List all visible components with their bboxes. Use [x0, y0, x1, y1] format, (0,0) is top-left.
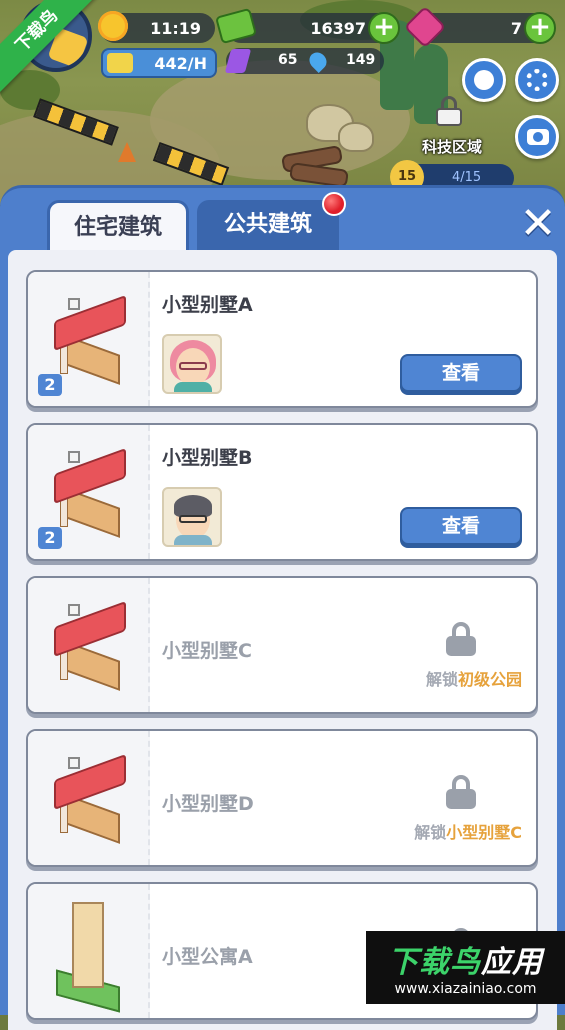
resource-display: 65 149 — [224, 48, 384, 74]
building-panel: 住宅建筑 公共建筑 ✕ 2 小型别墅A 查看 2 小型别墅B 查看 小型别墅C … — [0, 185, 565, 1030]
crystal-icon — [224, 49, 252, 73]
brand-title: 下载鸟应用 — [388, 945, 543, 980]
unlock-requirement: 解锁初级公园 — [426, 666, 522, 690]
camera-icon — [527, 129, 549, 145]
house-icon — [54, 753, 126, 844]
gear-icon — [526, 69, 548, 91]
resident-avatar — [162, 487, 222, 547]
house-icon — [54, 294, 126, 385]
unlock-prefix: 解锁 — [425, 670, 458, 689]
lock-icon — [446, 775, 476, 809]
time-display: 11:19 — [98, 11, 215, 43]
resident-avatar — [162, 334, 222, 394]
brand-watermark: 下载鸟应用 www.xiazainiao.com — [366, 931, 565, 1004]
income-value: 442/H — [154, 54, 207, 73]
settings-button[interactable] — [515, 58, 559, 102]
building-thumbnail: 2 — [28, 425, 150, 559]
crystal-value: 65 — [278, 52, 298, 68]
building-card: 2 小型别墅A 查看 — [26, 270, 538, 408]
sun-icon — [98, 11, 128, 41]
building-thumbnail — [28, 731, 150, 865]
add-gems-button[interactable]: + — [524, 12, 556, 44]
view-button[interactable]: 查看 — [400, 507, 522, 545]
notification-dot — [322, 192, 346, 216]
building-card: 2 小型别墅B 查看 — [26, 423, 538, 561]
building-count: 2 — [38, 527, 62, 549]
tab-public[interactable]: 公共建筑 — [197, 200, 339, 250]
water-drop-icon — [305, 48, 331, 74]
building-list[interactable]: 2 小型别墅A 查看 2 小型别墅B 查看 小型别墅C 解锁初级公园 小型别墅D… — [8, 250, 557, 1030]
building-name: 小型别墅A — [162, 294, 253, 316]
building-thumbnail: 2 — [28, 272, 150, 406]
building-name: 小型别墅C — [162, 640, 252, 662]
building-name: 小型别墅B — [162, 447, 253, 469]
unlock-prefix: 解锁 — [414, 823, 447, 842]
lock-icon — [446, 622, 476, 656]
level-progress-text: 4/15 — [452, 170, 482, 185]
unlock-target: 初级公园 — [457, 670, 522, 689]
building-thumbnail — [28, 578, 150, 712]
unlock-requirement: 解锁小型别墅C — [414, 819, 522, 843]
camera-button[interactable] — [515, 115, 559, 159]
water-value: 149 — [346, 52, 376, 68]
user-icon — [474, 70, 494, 90]
rock — [338, 122, 374, 152]
income-rate: 442/H — [101, 48, 217, 78]
add-cash-button[interactable]: + — [368, 12, 400, 44]
building-thumbnail — [28, 884, 150, 1018]
gem-value: 7 — [510, 18, 522, 38]
house-icon — [54, 447, 126, 538]
brand-url: www.xiazainiao.com — [394, 981, 537, 997]
close-button[interactable]: ✕ — [518, 202, 558, 246]
tab-residential[interactable]: 住宅建筑 — [47, 200, 189, 250]
view-button[interactable]: 查看 — [400, 354, 522, 392]
building-card: 小型别墅D 解锁小型别墅C — [26, 729, 538, 867]
building-name: 小型公寓A — [162, 946, 253, 968]
building-card: 小型别墅C 解锁初级公园 — [26, 576, 538, 714]
lock-icon — [436, 96, 462, 126]
unlock-target: 小型别墅C — [446, 823, 522, 842]
house-icon — [54, 600, 126, 691]
zone-label[interactable]: 科技区域 — [412, 136, 492, 157]
profile-button[interactable] — [462, 58, 506, 102]
time-value: 11:19 — [150, 18, 201, 38]
building-count: 2 — [38, 374, 62, 396]
traffic-cone — [118, 142, 136, 162]
building-name: 小型别墅D — [162, 793, 254, 815]
cash-value: 16397 — [310, 18, 366, 38]
income-icon — [107, 53, 133, 73]
apartment-icon — [56, 902, 120, 1013]
